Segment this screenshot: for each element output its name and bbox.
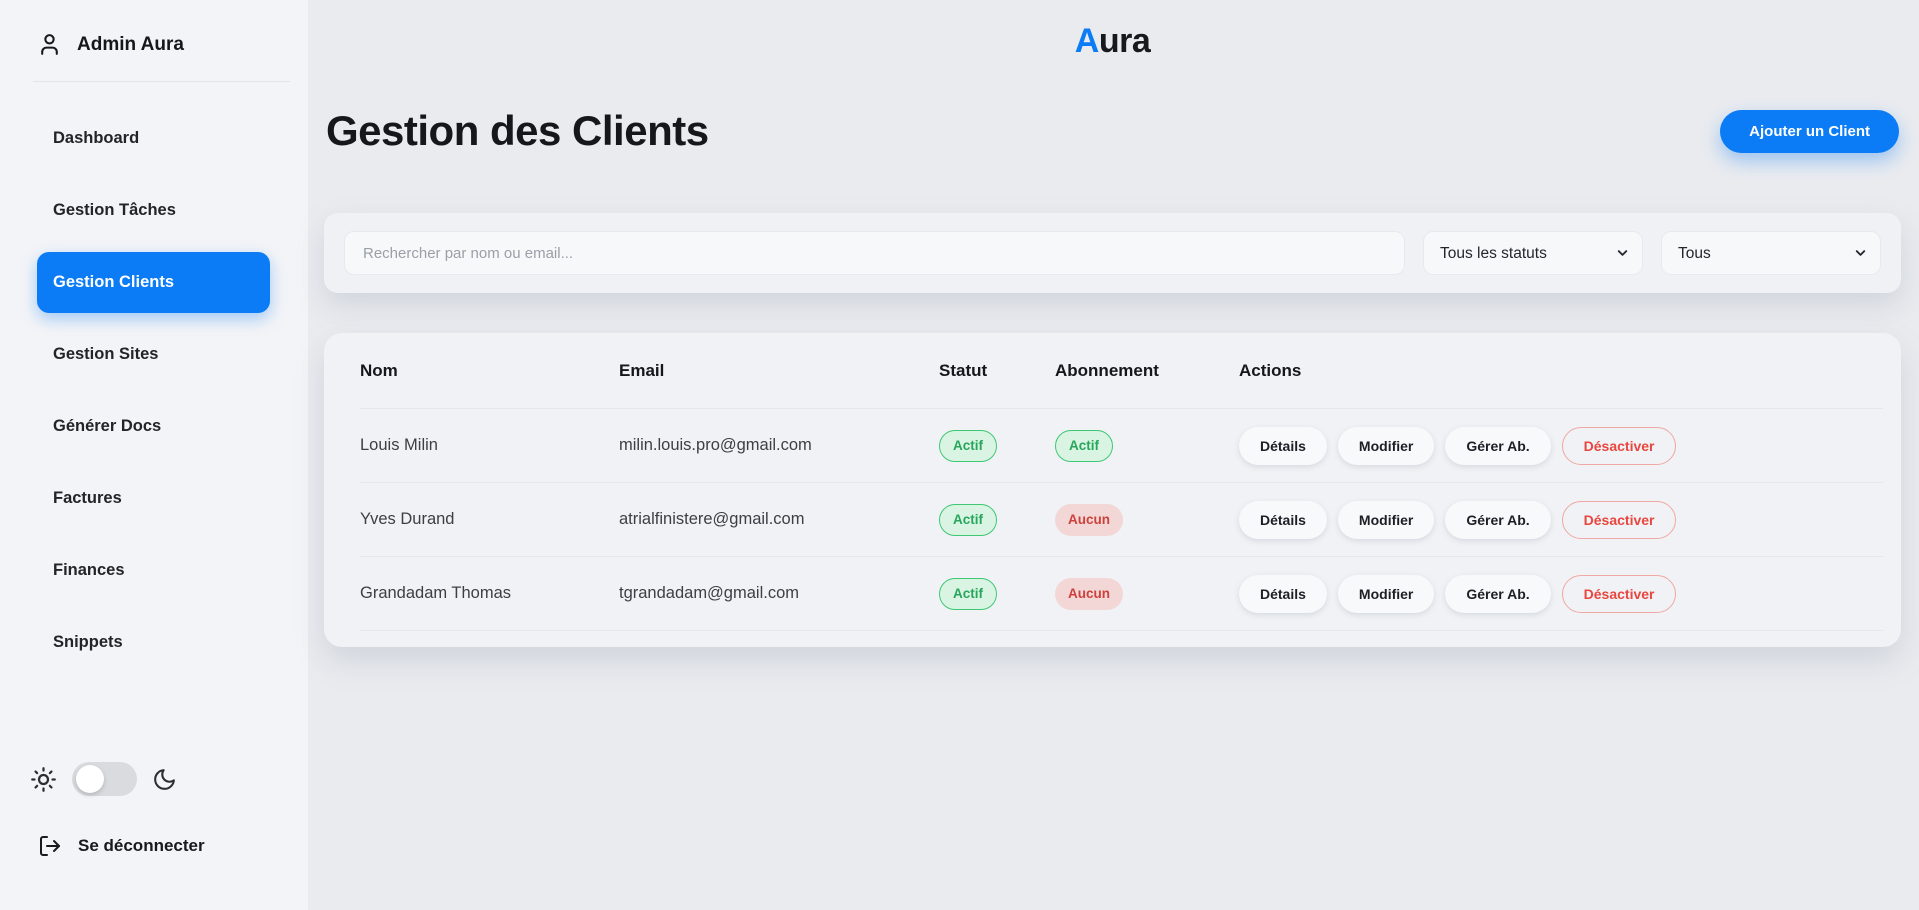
sun-icon <box>30 766 57 793</box>
logout-button[interactable]: Se déconnecter <box>30 834 308 858</box>
status-badge: Actif <box>939 578 997 610</box>
user-icon <box>37 32 62 57</box>
aura-logo: Aura <box>1075 22 1150 60</box>
add-client-button[interactable]: Ajouter un Client <box>1720 110 1899 153</box>
theme-toggle[interactable] <box>72 762 137 796</box>
column-header-email: Email <box>619 361 939 381</box>
details-button[interactable]: Détails <box>1239 427 1327 465</box>
column-header-nom: Nom <box>360 361 619 381</box>
status-filter-wrap: Tous les statuts <box>1423 231 1643 275</box>
row-actions: Détails Modifier Gérer Ab. Désactiver <box>1239 501 1865 539</box>
status-filter-select[interactable]: Tous les statuts <box>1423 231 1643 275</box>
client-name: Grandadam Thomas <box>360 584 619 603</box>
client-email: tgrandadam@gmail.com <box>619 584 939 603</box>
theme-switcher <box>30 762 308 796</box>
client-email: atrialfinistere@gmail.com <box>619 510 939 529</box>
client-name: Louis Milin <box>360 436 619 455</box>
manage-subscription-button[interactable]: Gérer Ab. <box>1445 427 1550 465</box>
row-actions: Détails Modifier Gérer Ab. Désactiver <box>1239 575 1865 613</box>
page-header: Gestion des Clients Ajouter un Client <box>324 107 1901 155</box>
status-badge: Actif <box>939 504 997 536</box>
search-input[interactable] <box>344 231 1405 275</box>
manage-subscription-button[interactable]: Gérer Ab. <box>1445 501 1550 539</box>
clients-table: Nom Email Statut Abonnement Actions Loui… <box>324 333 1901 647</box>
logout-icon <box>38 834 62 858</box>
sidebar-nav: Dashboard Gestion Tâches Gestion Clients… <box>0 82 308 673</box>
subscription-filter-select[interactable]: Tous <box>1661 231 1881 275</box>
manage-subscription-button[interactable]: Gérer Ab. <box>1445 575 1550 613</box>
details-button[interactable]: Détails <box>1239 501 1327 539</box>
subscription-badge: Aucun <box>1055 504 1123 536</box>
status-badge: Actif <box>939 430 997 462</box>
sidebar-item-finances[interactable]: Finances <box>37 540 270 601</box>
column-header-actions: Actions <box>1239 361 1865 381</box>
sidebar-item-gestion-sites[interactable]: Gestion Sites <box>37 324 270 385</box>
client-name: Yves Durand <box>360 510 619 529</box>
sidebar-item-factures[interactable]: Factures <box>37 468 270 529</box>
table-header-row: Nom Email Statut Abonnement Actions <box>360 333 1883 409</box>
logo-accent-letter: A <box>1075 22 1099 60</box>
client-email: milin.louis.pro@gmail.com <box>619 436 939 455</box>
page-title: Gestion des Clients <box>326 107 709 155</box>
toggle-knob <box>76 765 104 793</box>
main-content: Aura Gestion des Clients Ajouter un Clie… <box>308 0 1919 910</box>
sidebar-bottom: Se déconnecter <box>0 762 308 910</box>
subscription-badge: Actif <box>1055 430 1113 462</box>
deactivate-button[interactable]: Désactiver <box>1562 501 1677 539</box>
logo-rest: ura <box>1099 22 1150 60</box>
row-actions: Détails Modifier Gérer Ab. Désactiver <box>1239 427 1865 465</box>
modify-button[interactable]: Modifier <box>1338 575 1434 613</box>
deactivate-button[interactable]: Désactiver <box>1562 427 1677 465</box>
subscription-filter-wrap: Tous <box>1661 231 1881 275</box>
sidebar-item-gestion-clients[interactable]: Gestion Clients <box>37 252 270 313</box>
sidebar-item-snippets[interactable]: Snippets <box>37 612 270 673</box>
logout-label: Se déconnecter <box>78 836 205 856</box>
table-row: Louis Milin milin.louis.pro@gmail.com Ac… <box>360 409 1883 483</box>
sidebar-item-generer-docs[interactable]: Générer Docs <box>37 396 270 457</box>
moon-icon <box>152 767 177 792</box>
subscription-badge: Aucun <box>1055 578 1123 610</box>
modify-button[interactable]: Modifier <box>1338 427 1434 465</box>
details-button[interactable]: Détails <box>1239 575 1327 613</box>
brand: Admin Aura <box>0 0 308 81</box>
deactivate-button[interactable]: Désactiver <box>1562 575 1677 613</box>
filter-bar: Tous les statuts Tous <box>324 213 1901 293</box>
sidebar: Admin Aura Dashboard Gestion Tâches Gest… <box>0 0 308 910</box>
sidebar-item-dashboard[interactable]: Dashboard <box>37 108 270 169</box>
column-header-abonnement: Abonnement <box>1055 361 1239 381</box>
table-row: Yves Durand atrialfinistere@gmail.com Ac… <box>360 483 1883 557</box>
modify-button[interactable]: Modifier <box>1338 501 1434 539</box>
sidebar-item-gestion-taches[interactable]: Gestion Tâches <box>37 180 270 241</box>
top-logo-bar: Aura <box>324 0 1901 61</box>
column-header-statut: Statut <box>939 361 1055 381</box>
brand-label: Admin Aura <box>77 34 184 56</box>
table-row: Grandadam Thomas tgrandadam@gmail.com Ac… <box>360 557 1883 631</box>
